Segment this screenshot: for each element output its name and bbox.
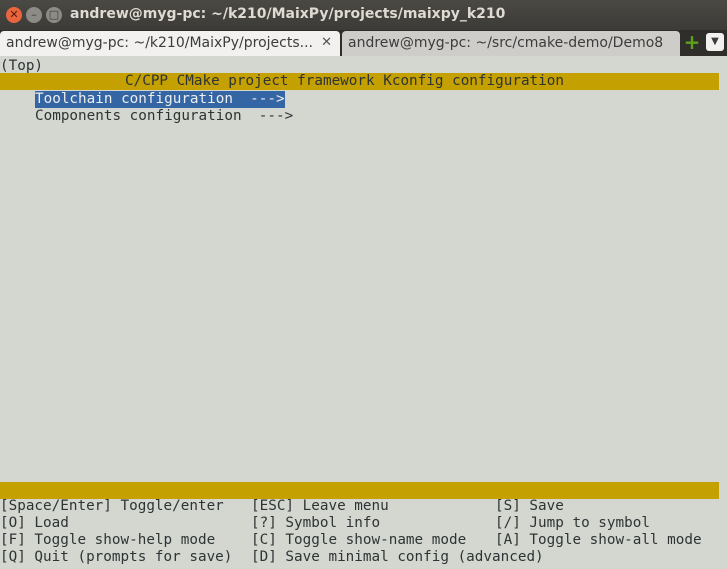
help-symbol-info: [?] Symbol info xyxy=(251,515,381,531)
tab-close-icon[interactable]: ✕ xyxy=(321,31,332,55)
menu-header-title: C/CPP CMake project framework Kconfig co… xyxy=(125,73,564,89)
help-save: [S] Save xyxy=(495,498,564,514)
terminal-window: ✕ – □ andrew@myg-pc: ~/k210/MaixPy/proje… xyxy=(0,0,727,569)
minimize-icon: – xyxy=(31,8,37,21)
title-bar[interactable]: ✕ – □ andrew@myg-pc: ~/k210/MaixPy/proje… xyxy=(0,0,727,30)
help-show-all-mode: [A] Toggle show-all mode xyxy=(495,532,702,548)
menu-item-components[interactable]: Components configuration ---> xyxy=(35,108,293,125)
maximize-icon: □ xyxy=(48,8,60,21)
help-toggle-enter: [Space/Enter] Toggle/enter xyxy=(0,498,224,514)
help-leave-menu: [ESC] Leave menu xyxy=(251,498,389,514)
tab-cmake-demo[interactable]: andrew@myg-pc: ~/src/cmake-demo/Demo8 xyxy=(342,31,680,56)
menu-item-toolchain[interactable]: Toolchain configuration ---> xyxy=(35,91,285,108)
help-load: [O] Load xyxy=(0,515,69,531)
terminal-screen[interactable]: (Top) C/CPP CMake project framework Kcon… xyxy=(0,56,727,569)
close-window-button[interactable]: ✕ xyxy=(6,7,22,23)
close-icon: ✕ xyxy=(9,8,19,21)
help-quit: [Q] Quit (prompts for save) xyxy=(0,549,233,565)
help-save-minimal: [D] Save minimal config (advanced) xyxy=(251,549,544,565)
footer-bar xyxy=(0,482,719,499)
help-show-help-mode: [F] Toggle show-help mode xyxy=(0,532,216,548)
tab-menu-chevron-down-icon[interactable]: ▼ xyxy=(706,33,724,51)
help-jump-to-symbol: [/] Jump to symbol xyxy=(495,515,650,531)
tab-label: andrew@myg-pc: ~/src/cmake-demo/Demo8 xyxy=(348,35,664,51)
minimize-window-button[interactable]: – xyxy=(26,7,42,23)
window-title: andrew@myg-pc: ~/k210/MaixPy/projects/ma… xyxy=(70,6,506,22)
maximize-window-button[interactable]: □ xyxy=(46,7,62,23)
tab-label: andrew@myg-pc: ~/k210/MaixPy/projects... xyxy=(6,35,313,51)
help-show-name-mode: [C] Toggle show-name mode xyxy=(251,532,467,548)
tab-maixpy[interactable]: andrew@myg-pc: ~/k210/MaixPy/projects...… xyxy=(0,31,340,56)
tab-bar: andrew@myg-pc: ~/k210/MaixPy/projects...… xyxy=(0,30,727,56)
new-tab-plus-icon[interactable]: + xyxy=(683,32,701,52)
